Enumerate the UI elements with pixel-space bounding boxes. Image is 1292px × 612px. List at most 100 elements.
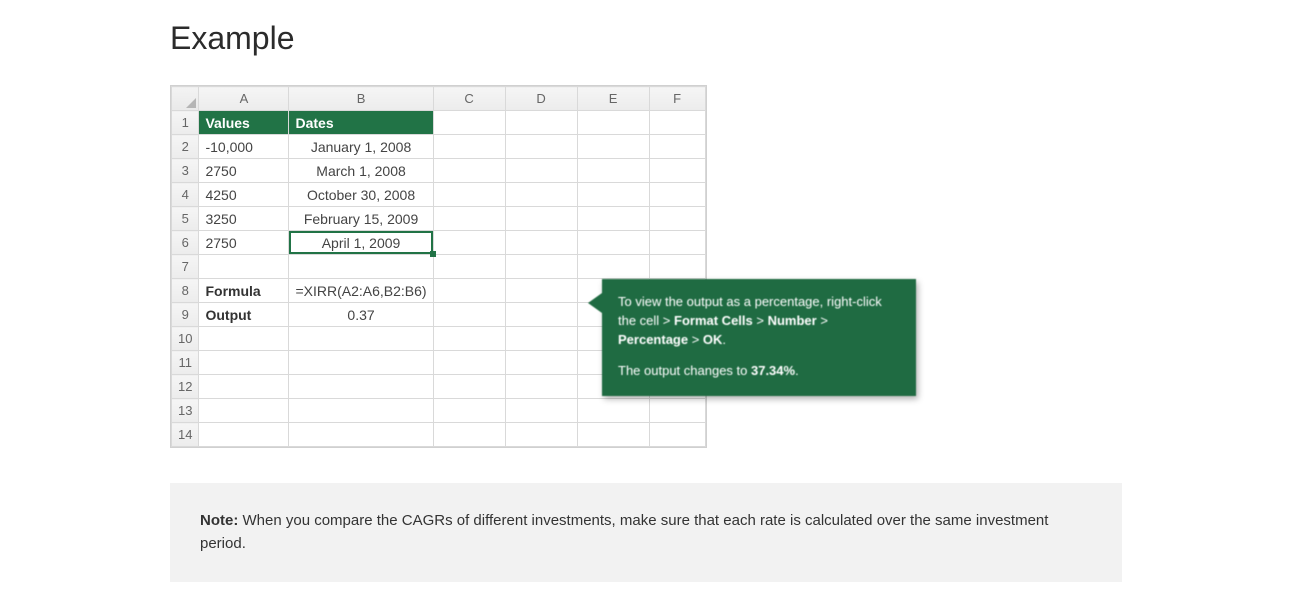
cell-B8[interactable]: =XIRR(A2:A6,B2:B6): [289, 279, 433, 303]
cell-A12[interactable]: [199, 375, 289, 399]
select-all-corner[interactable]: [172, 87, 199, 111]
cell-A6[interactable]: 2750: [199, 231, 289, 255]
row-header-10[interactable]: 10: [172, 327, 199, 351]
cell-B13[interactable]: [289, 399, 433, 423]
cell-C6[interactable]: [433, 231, 505, 255]
cell-A9[interactable]: Output: [199, 303, 289, 327]
cell-D13[interactable]: [505, 399, 577, 423]
cell-F13[interactable]: [649, 399, 705, 423]
cell-F5[interactable]: [649, 207, 705, 231]
callout-bold: 37.34%: [751, 363, 795, 378]
cell-A4[interactable]: 4250: [199, 183, 289, 207]
cell-E7[interactable]: [577, 255, 649, 279]
cell-E3[interactable]: [577, 159, 649, 183]
cell-A1[interactable]: Values: [199, 111, 289, 135]
cell-B6[interactable]: April 1, 2009: [289, 231, 433, 255]
cell-F3[interactable]: [649, 159, 705, 183]
row-header-8[interactable]: 8: [172, 279, 199, 303]
row-header-9[interactable]: 9: [172, 303, 199, 327]
cell-A14[interactable]: [199, 423, 289, 447]
cell-A11[interactable]: [199, 351, 289, 375]
cell-F7[interactable]: [649, 255, 705, 279]
cell-D5[interactable]: [505, 207, 577, 231]
col-header-B[interactable]: B: [289, 87, 433, 111]
cell-C13[interactable]: [433, 399, 505, 423]
cell-F4[interactable]: [649, 183, 705, 207]
cell-C5[interactable]: [433, 207, 505, 231]
cell-B10[interactable]: [289, 327, 433, 351]
col-header-D[interactable]: D: [505, 87, 577, 111]
cell-E1[interactable]: [577, 111, 649, 135]
select-all-triangle-icon: [186, 98, 196, 108]
cell-B12[interactable]: [289, 375, 433, 399]
cell-F1[interactable]: [649, 111, 705, 135]
cell-C7[interactable]: [433, 255, 505, 279]
cell-E6[interactable]: [577, 231, 649, 255]
cell-D4[interactable]: [505, 183, 577, 207]
cell-F14[interactable]: [649, 423, 705, 447]
cell-C4[interactable]: [433, 183, 505, 207]
cell-D10[interactable]: [505, 327, 577, 351]
col-header-E[interactable]: E: [577, 87, 649, 111]
cell-D11[interactable]: [505, 351, 577, 375]
cell-B2[interactable]: January 1, 2008: [289, 135, 433, 159]
cell-D3[interactable]: [505, 159, 577, 183]
cell-E14[interactable]: [577, 423, 649, 447]
cell-B1[interactable]: Dates: [289, 111, 433, 135]
cell-B14[interactable]: [289, 423, 433, 447]
cell-A13[interactable]: [199, 399, 289, 423]
col-header-F[interactable]: F: [649, 87, 705, 111]
cell-E13[interactable]: [577, 399, 649, 423]
cell-B7[interactable]: [289, 255, 433, 279]
cell-C3[interactable]: [433, 159, 505, 183]
cell-D8[interactable]: [505, 279, 577, 303]
row-header-13[interactable]: 13: [172, 399, 199, 423]
row-header-2[interactable]: 2: [172, 135, 199, 159]
cell-A2[interactable]: -10,000: [199, 135, 289, 159]
cell-A3[interactable]: 2750: [199, 159, 289, 183]
note-label: Note:: [200, 512, 238, 529]
note-text: When you compare the CAGRs of different …: [200, 512, 1048, 552]
cell-A5[interactable]: 3250: [199, 207, 289, 231]
row-header-14[interactable]: 14: [172, 423, 199, 447]
cell-C12[interactable]: [433, 375, 505, 399]
cell-D12[interactable]: [505, 375, 577, 399]
note-box: Note: When you compare the CAGRs of diff…: [170, 483, 1122, 582]
cell-B9[interactable]: 0.37: [289, 303, 433, 327]
cell-C10[interactable]: [433, 327, 505, 351]
col-header-A[interactable]: A: [199, 87, 289, 111]
cell-A7[interactable]: [199, 255, 289, 279]
cell-C11[interactable]: [433, 351, 505, 375]
row-header-4[interactable]: 4: [172, 183, 199, 207]
cell-B5[interactable]: February 15, 2009: [289, 207, 433, 231]
cell-C8[interactable]: [433, 279, 505, 303]
row-header-11[interactable]: 11: [172, 351, 199, 375]
row-header-1[interactable]: 1: [172, 111, 199, 135]
cell-F2[interactable]: [649, 135, 705, 159]
cell-D7[interactable]: [505, 255, 577, 279]
col-header-C[interactable]: C: [433, 87, 505, 111]
cell-F6[interactable]: [649, 231, 705, 255]
cell-D2[interactable]: [505, 135, 577, 159]
cell-C1[interactable]: [433, 111, 505, 135]
row-header-7[interactable]: 7: [172, 255, 199, 279]
cell-C2[interactable]: [433, 135, 505, 159]
cell-E2[interactable]: [577, 135, 649, 159]
cell-C14[interactable]: [433, 423, 505, 447]
row-header-5[interactable]: 5: [172, 207, 199, 231]
cell-B3[interactable]: March 1, 2008: [289, 159, 433, 183]
cell-B4[interactable]: October 30, 2008: [289, 183, 433, 207]
cell-B11[interactable]: [289, 351, 433, 375]
cell-E5[interactable]: [577, 207, 649, 231]
cell-D6[interactable]: [505, 231, 577, 255]
cell-C9[interactable]: [433, 303, 505, 327]
cell-E4[interactable]: [577, 183, 649, 207]
cell-D14[interactable]: [505, 423, 577, 447]
row-header-12[interactable]: 12: [172, 375, 199, 399]
cell-D9[interactable]: [505, 303, 577, 327]
cell-D1[interactable]: [505, 111, 577, 135]
row-header-6[interactable]: 6: [172, 231, 199, 255]
cell-A10[interactable]: [199, 327, 289, 351]
row-header-3[interactable]: 3: [172, 159, 199, 183]
cell-A8[interactable]: Formula: [199, 279, 289, 303]
